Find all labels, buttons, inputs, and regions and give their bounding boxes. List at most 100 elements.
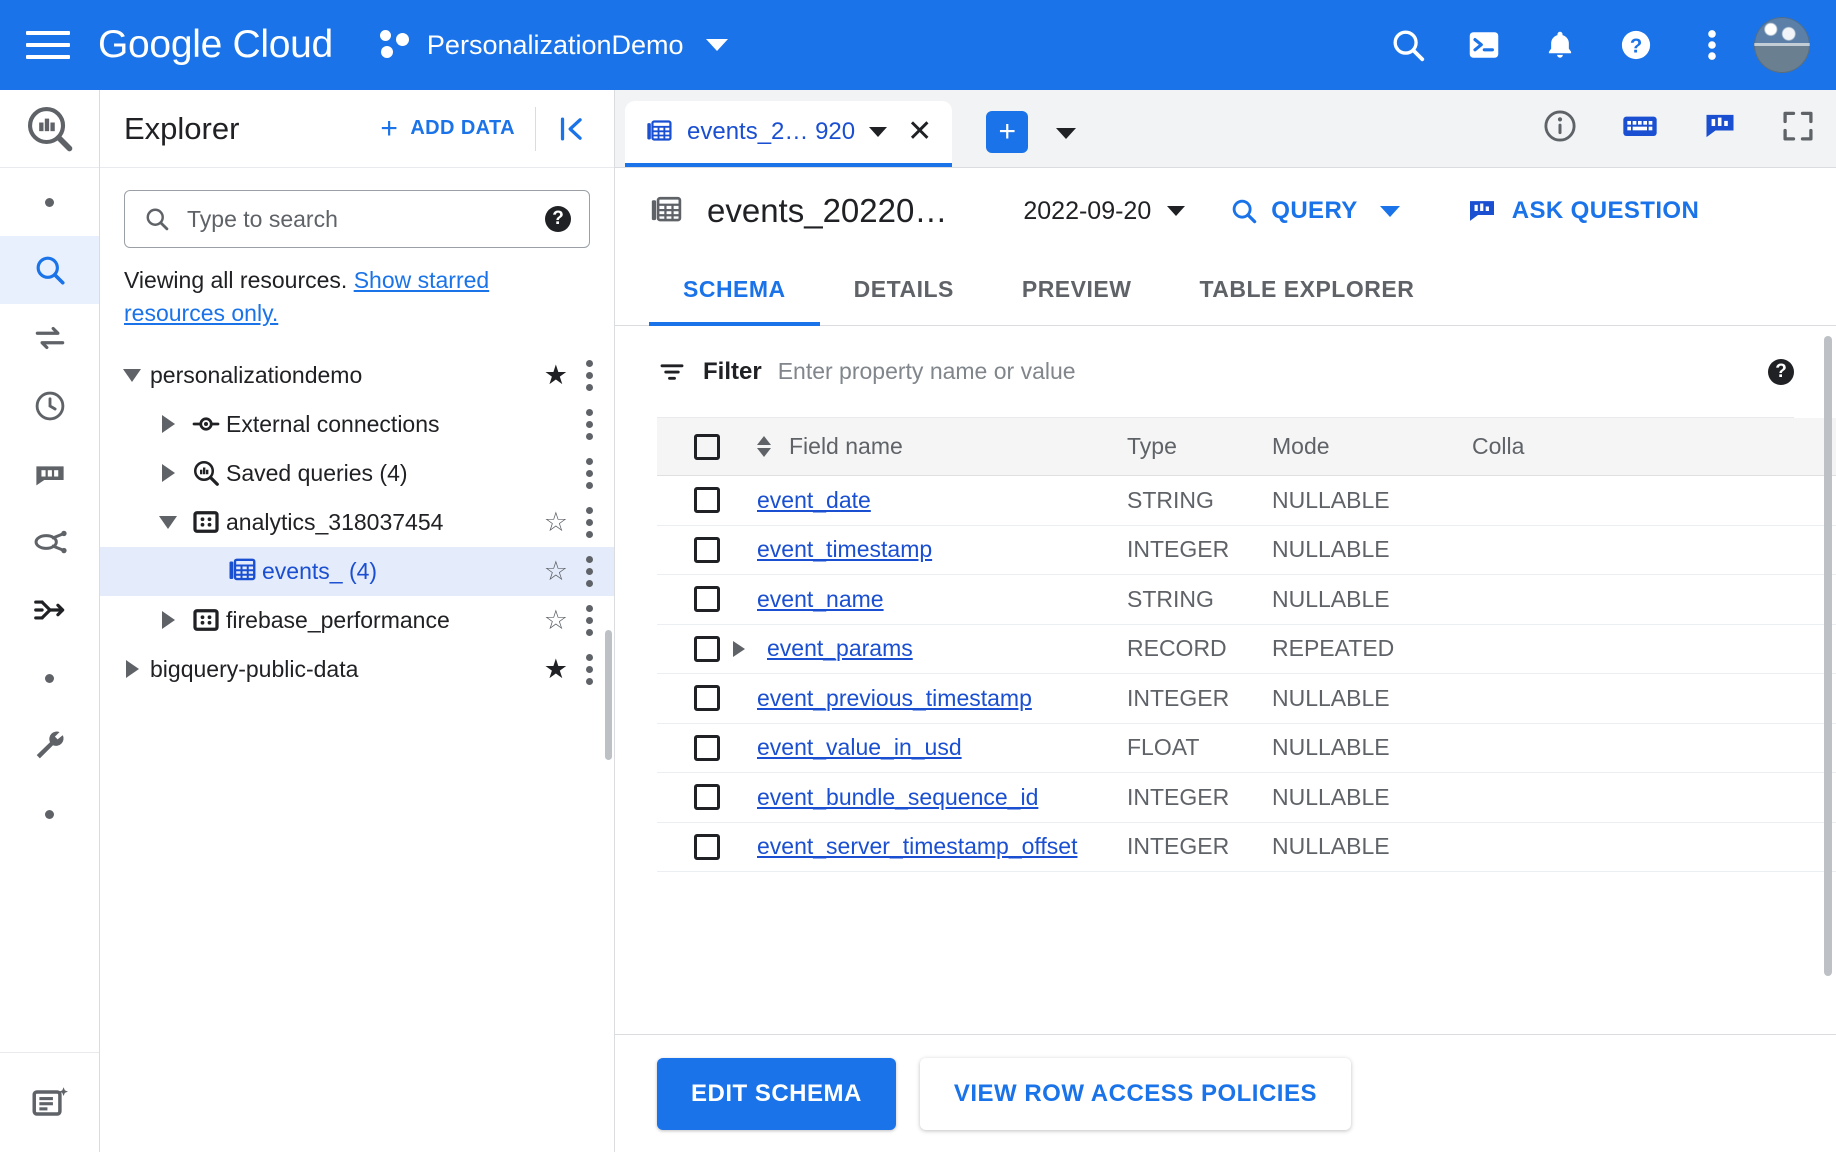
add-data-button[interactable]: + ADD DATA: [380, 114, 515, 144]
tab-events-table[interactable]: events_2… 920 ✕: [625, 101, 952, 167]
chevron-right-icon[interactable]: [114, 660, 150, 678]
rail-item-bi-engine[interactable]: [0, 508, 99, 576]
select-all-checkbox[interactable]: [694, 434, 720, 460]
schema-scrollbar[interactable]: [1824, 336, 1832, 976]
help-icon[interactable]: ?: [1616, 25, 1656, 65]
add-tab-button[interactable]: +: [986, 111, 1028, 153]
edit-schema-button[interactable]: EDIT SCHEMA: [657, 1058, 896, 1130]
date-chevron-down-icon[interactable]: [1167, 206, 1185, 216]
filter-input[interactable]: [778, 358, 1752, 385]
cloud-shell-icon[interactable]: [1464, 25, 1504, 65]
field-name-link[interactable]: event_date: [757, 487, 871, 514]
rail-item-transfers[interactable]: [0, 304, 99, 372]
expand-record-chevron-right-icon[interactable]: [733, 641, 745, 657]
tab-close-icon[interactable]: ✕: [907, 117, 932, 147]
tab-table-explorer[interactable]: TABLE EXPLORER: [1165, 254, 1448, 326]
col-field-name[interactable]: Field name: [757, 433, 1127, 460]
field-name-link[interactable]: event_name: [757, 586, 884, 613]
row-checkbox[interactable]: [694, 586, 720, 612]
field-name-link[interactable]: event_server_timestamp_offset: [757, 833, 1077, 860]
more-options-icon[interactable]: [586, 360, 594, 391]
row-checkbox[interactable]: [694, 487, 720, 513]
chevron-down-icon[interactable]: [150, 516, 186, 529]
tab-schema[interactable]: SCHEMA: [649, 254, 820, 326]
tab-preview[interactable]: PREVIEW: [988, 254, 1166, 326]
keyboard-shortcuts-icon[interactable]: [1620, 106, 1660, 151]
row-checkbox[interactable]: [694, 636, 720, 662]
query-button[interactable]: QUERY: [1229, 196, 1399, 226]
more-options-icon[interactable]: [586, 654, 594, 685]
saved-queries-icon: [186, 458, 226, 488]
filter-help-icon[interactable]: ?: [1768, 359, 1794, 385]
collapse-panel-icon[interactable]: [556, 112, 614, 146]
rail-item-search[interactable]: [0, 236, 99, 304]
chevron-right-icon[interactable]: [150, 415, 186, 433]
search-box[interactable]: ?: [124, 190, 590, 248]
chevron-right-icon[interactable]: [150, 464, 186, 482]
chevron-right-icon[interactable]: [150, 611, 186, 629]
more-options-icon[interactable]: [586, 605, 594, 636]
bigquery-logo-icon[interactable]: [0, 90, 99, 168]
ask-question-button[interactable]: ASK QUESTION: [1466, 195, 1699, 227]
search-help-icon[interactable]: ?: [545, 206, 571, 232]
tree-item-analytics-318037454[interactable]: analytics_318037454☆: [100, 498, 614, 547]
more-options-icon[interactable]: [1692, 25, 1732, 65]
more-options-icon[interactable]: [586, 507, 594, 538]
star-outline-icon[interactable]: ☆: [544, 558, 568, 585]
query-chevron-down-icon[interactable]: [1380, 206, 1400, 217]
rail-item-scheduled-queries[interactable]: [0, 372, 99, 440]
user-avatar[interactable]: [1754, 17, 1810, 73]
hamburger-menu-icon[interactable]: [26, 23, 70, 67]
view-row-access-policies-button[interactable]: VIEW ROW ACCESS POLICIES: [920, 1058, 1351, 1130]
rail-item-data-pipelines[interactable]: [0, 576, 99, 644]
rail-dot-2[interactable]: [0, 644, 99, 712]
release-notes-icon[interactable]: [0, 1052, 99, 1152]
tree-item-firebase-performance[interactable]: firebase_performance☆: [100, 596, 614, 645]
more-options-icon[interactable]: [586, 556, 594, 587]
explorer-header: Explorer + ADD DATA: [100, 90, 614, 168]
project-name-label[interactable]: PersonalizationDemo: [427, 30, 684, 61]
star-filled-icon[interactable]: ★: [544, 362, 568, 389]
tree-item-external-connections[interactable]: External connections: [100, 400, 614, 449]
table-row: event_dateSTRINGNULLABLE: [657, 476, 1836, 526]
tab-label: events_2… 920: [687, 118, 855, 146]
search-icon[interactable]: [1388, 25, 1428, 65]
rail-dot-1[interactable]: [0, 168, 99, 236]
rail-item-analytics-hub[interactable]: [0, 440, 99, 508]
google-cloud-logo[interactable]: Google Cloud: [98, 23, 333, 67]
row-checkbox[interactable]: [694, 735, 720, 761]
field-name-link[interactable]: event_previous_timestamp: [757, 685, 1032, 712]
row-checkbox[interactable]: [694, 834, 720, 860]
more-options-icon[interactable]: [586, 458, 594, 489]
field-name-link[interactable]: event_value_in_usd: [757, 734, 962, 761]
chevron-down-icon[interactable]: [114, 369, 150, 382]
notifications-bell-icon[interactable]: [1540, 25, 1580, 65]
rail-item-settings[interactable]: [0, 712, 99, 780]
sort-icon[interactable]: [757, 436, 771, 457]
fullscreen-icon[interactable]: [1780, 108, 1816, 149]
tab-list-chevron-down-icon[interactable]: [1056, 128, 1076, 139]
query-results-chart-icon[interactable]: [1702, 108, 1738, 149]
row-checkbox[interactable]: [694, 685, 720, 711]
row-checkbox[interactable]: [694, 784, 720, 810]
field-name-link[interactable]: event_timestamp: [757, 536, 932, 563]
star-outline-icon[interactable]: ☆: [544, 607, 568, 634]
tree-item-personalizationdemo[interactable]: personalizationdemo★: [100, 351, 614, 400]
project-chevron-down-icon[interactable]: [706, 39, 728, 51]
tab-chevron-down-icon[interactable]: [869, 127, 887, 137]
field-name-link[interactable]: event_params: [767, 635, 913, 662]
tree-item-events-4[interactable]: events_ (4)☆: [100, 547, 614, 596]
explorer-scrollbar[interactable]: [605, 630, 612, 760]
partition-date-picker[interactable]: 2022-09-20: [1023, 197, 1185, 226]
more-options-icon[interactable]: [586, 409, 594, 440]
tree-item-saved-queries-4[interactable]: Saved queries (4): [100, 449, 614, 498]
star-filled-icon[interactable]: ★: [544, 656, 568, 683]
rail-dot-3[interactable]: [0, 780, 99, 848]
tab-details[interactable]: DETAILS: [820, 254, 988, 326]
field-name-link[interactable]: event_bundle_sequence_id: [757, 784, 1038, 811]
search-input[interactable]: [187, 206, 529, 233]
star-outline-icon[interactable]: ☆: [544, 509, 568, 536]
info-icon[interactable]: [1542, 108, 1578, 149]
row-checkbox[interactable]: [694, 537, 720, 563]
tree-item-bigquery-public-data[interactable]: bigquery-public-data★: [100, 645, 614, 694]
